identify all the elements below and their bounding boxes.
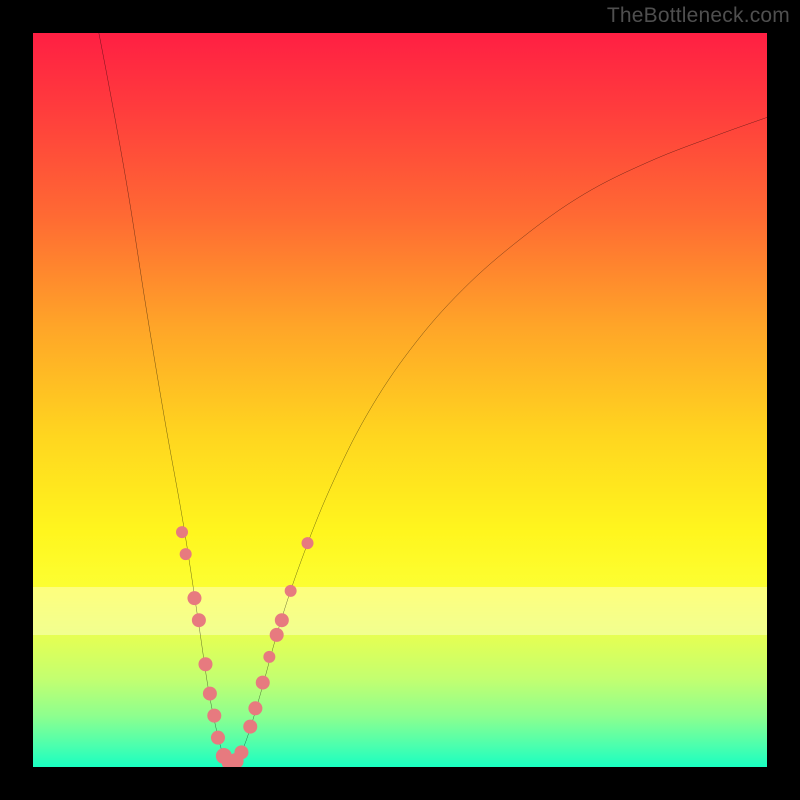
data-dot [176, 526, 188, 538]
data-dot [256, 676, 270, 690]
data-dot [248, 701, 262, 715]
data-dot [302, 537, 314, 549]
chart-frame: TheBottleneck.com [0, 0, 800, 800]
data-dot [243, 720, 257, 734]
data-dot [180, 548, 192, 560]
data-dot [263, 651, 275, 663]
data-dot [187, 591, 201, 605]
data-dot [285, 585, 297, 597]
watermark-text: TheBottleneck.com [607, 4, 790, 28]
dots-layer [33, 33, 767, 767]
data-dots [176, 526, 314, 767]
data-dot [203, 687, 217, 701]
data-dot [207, 709, 221, 723]
data-dot [192, 613, 206, 627]
data-dot [211, 731, 225, 745]
data-dot [198, 657, 212, 671]
data-dot [270, 628, 284, 642]
data-dot [275, 613, 289, 627]
data-dot [234, 745, 248, 759]
plot-area [33, 33, 767, 767]
